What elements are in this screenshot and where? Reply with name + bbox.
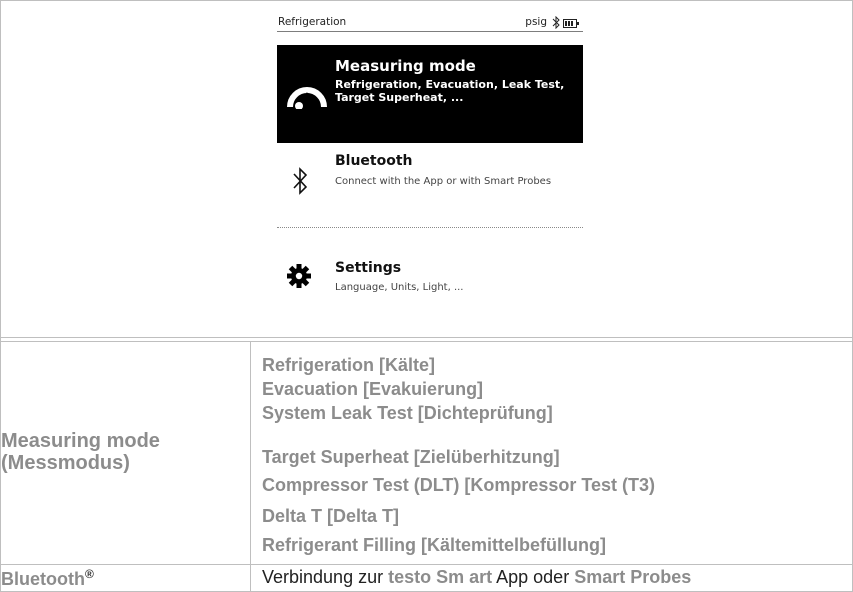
status-bar: Refrigeration psig	[277, 15, 583, 32]
menu-item-title: Bluetooth	[335, 153, 413, 169]
gear-icon	[287, 264, 311, 288]
table-border-left	[0, 0, 1, 592]
status-title: Refrigeration	[278, 16, 347, 28]
bluetooth-label-text: Bluetooth	[1, 569, 85, 589]
menu-item-description: Language, Units, Light, ...	[335, 282, 464, 293]
battery-icon	[563, 19, 579, 28]
bluetooth-icon	[293, 167, 308, 195]
menu-item-bluetooth[interactable]: Bluetooth Connect with the App or with S…	[277, 150, 583, 220]
mode-list-item: Refrigeration [Kälte]	[262, 355, 436, 375]
device-screen: Refrigeration psig Measuring mode Refrig…	[277, 15, 583, 320]
pressure-unit: psig	[525, 16, 547, 28]
menu-divider	[277, 227, 583, 228]
bluetooth-description: Verbindung zur testo Sm art App oder Sma…	[262, 567, 691, 588]
document-table: Refrigeration psig Measuring mode Refrig…	[0, 0, 853, 592]
mode-list-item: Compressor Test (DLT) [Kompressor Test (…	[262, 475, 656, 495]
app-name: testo Sm art	[388, 567, 493, 587]
menu-item-description: Connect with the App or with Smart Probe…	[335, 176, 552, 187]
registered-mark: ®	[84, 567, 94, 581]
table-border-top	[0, 0, 853, 1]
row-label-measuring-mode: Measuring mode (Messmodus)	[1, 430, 160, 474]
menu-item-description: Refrigeration, Evacuation, Leak Test, Ta…	[335, 78, 565, 104]
mode-list-item: Target Superheat [Zielüberhitzung]	[262, 447, 560, 467]
menu-item-title: Measuring mode	[335, 57, 476, 75]
row-label-bluetooth: Bluetooth®	[1, 567, 94, 590]
mode-list-item: Delta T [Delta T]	[262, 506, 400, 526]
smart-probes-name: Smart Probes	[574, 567, 692, 587]
table-border	[0, 564, 853, 565]
gauge-icon	[287, 87, 327, 109]
mode-list-item: Refrigerant Filling [Kältemittelbefüllun…	[262, 535, 607, 555]
bluetooth-status-icon	[552, 16, 560, 29]
table-border	[0, 337, 853, 338]
menu-item-measuring-mode[interactable]: Measuring mode Refrigeration, Evacuation…	[277, 45, 583, 143]
mode-list-item: Evacuation [Evakuierung]	[262, 379, 484, 399]
table-column-divider	[250, 341, 251, 592]
menu-item-settings[interactable]: Settings Language, Units, Light, ...	[277, 250, 583, 300]
table-border	[0, 341, 853, 342]
mode-list-item: System Leak Test [Dichteprüfung]	[262, 403, 553, 423]
menu-item-title: Settings	[335, 260, 402, 276]
bluetooth-desc-text: Verbindung zur	[262, 567, 389, 587]
bluetooth-desc-text: App oder	[492, 567, 575, 587]
